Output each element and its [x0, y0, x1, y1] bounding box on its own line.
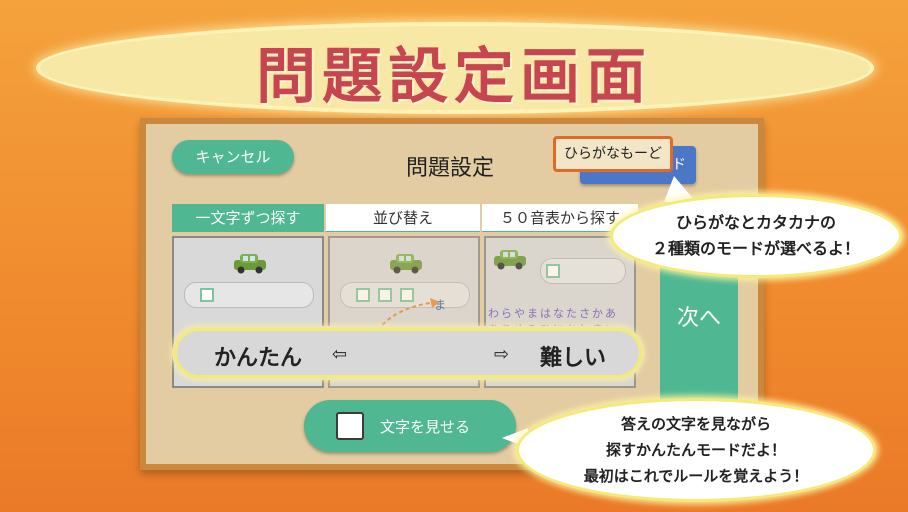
kana-row: わらやまはなたさかあ — [488, 307, 618, 320]
settings-title: 問題設定 — [405, 156, 494, 181]
bubble-line: ２種類のモードが選べるよ！ — [651, 239, 860, 258]
difficulty-easy-label: かんたん — [214, 346, 303, 371]
page-title: 問題設定画面 — [256, 42, 652, 112]
answer-square — [356, 288, 370, 302]
car-icon — [234, 254, 266, 274]
bubble-line: ひらがなとカタカナの — [675, 213, 836, 232]
car-icon — [494, 250, 526, 270]
answer-square — [200, 288, 214, 302]
bubble-line: 答えの文字を見ながら — [620, 415, 771, 433]
bubble-line: 最初はこれでルールを覚えよう！ — [583, 467, 809, 485]
difficulty-hard-label: 難しい — [540, 346, 607, 371]
tab-one-letter[interactable]: 一文字ずつ探す — [172, 204, 324, 232]
tab-sort[interactable]: 並び替え — [326, 204, 480, 232]
car-icon — [390, 254, 422, 274]
mode-note-bubble: ひらがなとカタカナの ２種類のモードが選べるよ！ — [610, 194, 902, 278]
easy-note-bubble: 答えの文字を見ながら 探すかんたんモードだよ！ 最初はこれでルールを覚えよう！ — [516, 398, 876, 502]
show-letters-label: 文字を見せる — [380, 418, 471, 436]
arrow-right-icon: ⇨ — [494, 344, 510, 365]
bubble-line: 探すかんたんモードだよ！ — [605, 441, 786, 459]
arrow-left-icon: ⇦ — [332, 344, 348, 365]
show-letters-checkbox[interactable] — [336, 412, 364, 440]
hiragana-mode-button[interactable]: ひらがなもーど — [553, 136, 673, 172]
answer-square — [546, 264, 560, 278]
cancel-button[interactable]: キャンセル — [172, 140, 294, 174]
